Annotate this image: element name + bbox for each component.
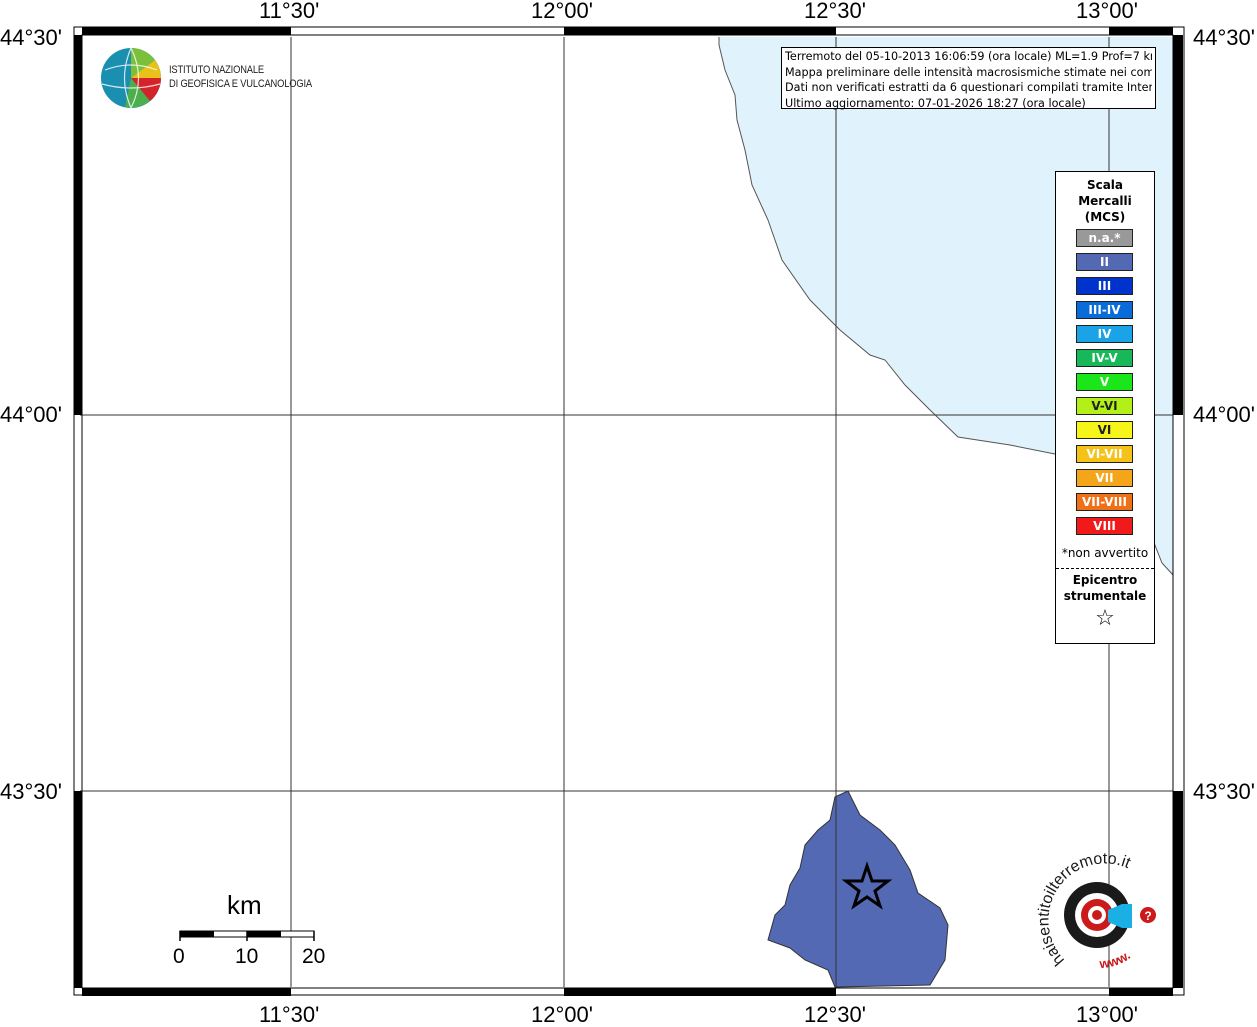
lon-label-bottom-1: 11°30': [259, 1002, 320, 1027]
lon-label-bottom-2: 12°00': [531, 1002, 593, 1027]
legend-title-line1: Scala: [1086, 178, 1124, 192]
legend-swatch-vii: VII: [1076, 469, 1133, 487]
info-line1: Terremoto del 05-10-2013 16:06:59 (ora l…: [785, 50, 1152, 63]
scale-label-20: 20: [302, 945, 326, 968]
legend-epicenter-line2: strumentale: [1063, 589, 1147, 603]
legend-separator: [1056, 568, 1154, 569]
lon-label-bottom-3: 12°30': [804, 1002, 866, 1027]
mcs-legend: Scala Mercalli (MCS) n.a.* II III III-IV IV I…: [1055, 171, 1155, 644]
lat-label-right-3: 43°30': [1193, 779, 1255, 804]
lon-label-top-1: 11°30': [259, 0, 320, 23]
ingv-logo-icon: [101, 47, 161, 109]
lat-label-left-3: 43°30': [0, 779, 62, 804]
legend-swatch-vii-viii: VII-VIII: [1076, 493, 1133, 511]
legend-swatch-ii: II: [1076, 253, 1133, 271]
scale-label-0: 0: [173, 945, 185, 968]
legend-swatch-iii: III: [1076, 277, 1133, 295]
scale-bar: [179, 930, 315, 941]
ingv-line1: ISTITUTO NAZIONALE: [169, 64, 264, 76]
svg-text:?: ?: [1144, 909, 1151, 923]
lat-label-right-1: 44°30': [1193, 25, 1255, 50]
earthquake-info-box: Terremoto del 05-10-2013 16:06:59 (ora l…: [781, 47, 1156, 110]
legend-swatch-iv-v: IV-V: [1076, 349, 1133, 367]
lon-label-top-3: 12°30': [804, 0, 866, 23]
lon-label-top-2: 12°00': [531, 0, 593, 23]
lon-label-bottom-4: 13°00': [1076, 1002, 1138, 1027]
legend-swatch-v: V: [1076, 373, 1133, 391]
scale-label-10: 10: [235, 945, 259, 968]
legend-epicenter-line1: Epicentro: [1072, 573, 1138, 587]
info-line4: Ultimo aggiornamento: 07-01-2026 18:27 (…: [785, 96, 1086, 110]
lat-label-right-2: 44°00': [1193, 402, 1255, 427]
haisentito-logo-icon: ?: [1064, 882, 1156, 948]
legend-title-line3: (MCS): [1084, 210, 1126, 224]
scale-title: km: [227, 890, 262, 920]
info-line3: Dati non verificati estratti da 6 questi…: [785, 81, 1152, 94]
ingv-line2: DI GEOFISICA E VULCANOLOGIA: [169, 78, 312, 90]
ingv-logo-text: ISTITUTO NAZIONALE DI GEOFISICA E VULCAN…: [169, 63, 312, 91]
info-line2: Mappa preliminare delle intensità macros…: [785, 65, 1152, 79]
lon-label-top-4: 13°00': [1076, 0, 1138, 23]
lat-label-left-2: 44°00': [0, 402, 62, 427]
legend-swatch-iii-iv: III-IV: [1076, 301, 1133, 319]
legend-swatch-iv: IV: [1076, 325, 1133, 343]
legend-note: *non avvertito: [1061, 546, 1149, 560]
legend-swatch-vi-vii: VI-VII: [1076, 445, 1133, 463]
legend-epicenter-label: Epicentro strumentale: [1056, 572, 1154, 604]
legend-title: Scala Mercalli (MCS): [1056, 177, 1154, 225]
lat-label-left-1: 44°30': [0, 25, 62, 50]
legend-swatch-n-a: n.a.*: [1076, 229, 1133, 247]
legend-swatch-vi: VI: [1076, 421, 1133, 439]
legend-swatch-v-vi: V-VI: [1076, 397, 1133, 415]
legend-swatch-viii: VIII: [1076, 517, 1133, 535]
legend-title-line2: Mercalli: [1078, 194, 1132, 208]
legend-star-icon: ☆: [1095, 606, 1115, 631]
